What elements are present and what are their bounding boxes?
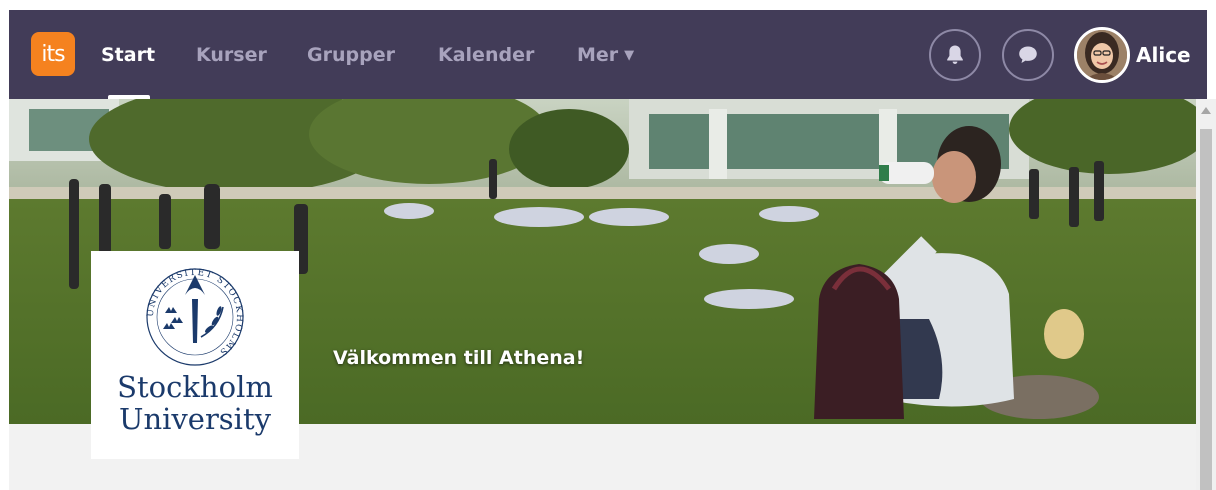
avatar[interactable] <box>1074 27 1130 83</box>
nav-item-label: Grupper <box>307 44 395 66</box>
top-navbar: its Start Kurser Grupper Kalender Mer ▼ <box>9 10 1207 99</box>
nav-item-label: Start <box>101 44 156 66</box>
nav-item-kurser[interactable]: Kurser <box>196 42 267 68</box>
scrollbar[interactable] <box>1196 99 1216 490</box>
nav-item-grupper[interactable]: Grupper <box>307 42 395 68</box>
chat-bubble-icon <box>1019 46 1037 63</box>
university-seal-icon: UNIVERSITET STOCKHOLMS <box>146 268 244 366</box>
institution-logo-card: UNIVERSITET STOCKHOLMS Stockholm Univers… <box>91 251 299 459</box>
welcome-message: Välkommen till Athena! <box>333 347 585 369</box>
scrollbar-thumb[interactable] <box>1200 129 1212 490</box>
nav-item-label: Kalender <box>438 44 535 66</box>
user-avatar-image <box>1077 30 1127 80</box>
nav-item-start[interactable]: Start <box>101 42 155 68</box>
nav-item-label: Kurser <box>196 44 267 66</box>
user-name[interactable]: Alice <box>1136 42 1191 68</box>
nav-item-kalender[interactable]: Kalender <box>438 42 534 68</box>
notifications-button[interactable] <box>929 29 981 81</box>
its-logo[interactable]: its <box>31 32 75 76</box>
nav-item-mer[interactable]: Mer ▼ <box>577 42 634 68</box>
university-name-line1: Stockholm <box>117 370 273 404</box>
university-name-line2: University <box>119 402 271 436</box>
bell-icon <box>947 45 963 64</box>
nav-item-label: Mer <box>577 44 619 66</box>
caret-down-icon: ▼ <box>624 48 635 63</box>
scroll-up-arrow-icon[interactable] <box>1201 107 1211 114</box>
messages-button[interactable] <box>1002 29 1054 81</box>
